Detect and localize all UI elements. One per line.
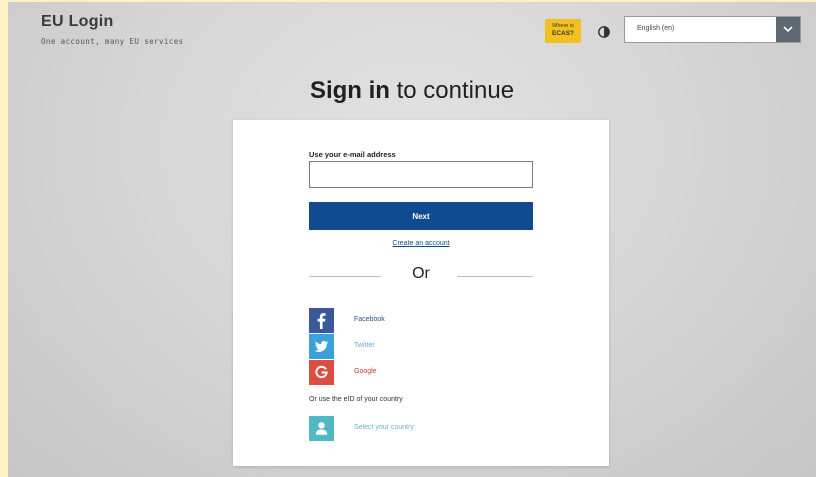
brand-title: EU Login (41, 13, 114, 30)
twitter-login-button[interactable]: Twitter (309, 334, 529, 359)
divider-line-right (457, 276, 533, 277)
twitter-label: Twitter (354, 342, 375, 349)
or-divider: Or (309, 265, 533, 285)
email-input[interactable] (309, 161, 533, 188)
email-label: Use your e-mail address (309, 150, 396, 159)
page-title-bold: Sign in (309, 77, 390, 104)
eid-login-button[interactable]: Select your country (309, 416, 529, 441)
facebook-login-button[interactable]: Facebook (309, 308, 529, 333)
language-select-value: English (en) (637, 25, 675, 32)
facebook-label: Facebook (354, 316, 385, 323)
page-title: Sign in to continue (8, 77, 816, 105)
twitter-icon (309, 334, 334, 359)
google-login-button[interactable]: Google (309, 360, 529, 385)
create-account-link[interactable]: Create an account (309, 240, 533, 247)
contrast-icon[interactable] (598, 25, 610, 38)
login-screen: EU Login One account, many EU services W… (8, 2, 816, 477)
header: EU Login One account, many EU services W… (8, 2, 816, 62)
page-title-rest: to continue (389, 77, 515, 104)
google-label: Google (354, 368, 377, 375)
ecas-help-button[interactable]: Where is ECAS? (545, 19, 581, 43)
ecas-badge-line2: ECAS? (551, 30, 575, 37)
eid-label: Select your country (354, 424, 414, 431)
person-icon (309, 416, 334, 441)
brand-tagline: One account, many EU services (41, 37, 184, 46)
google-icon (309, 360, 334, 385)
eid-text: Or use the eID of your country (309, 396, 403, 403)
chevron-down-icon[interactable] (776, 17, 800, 42)
facebook-icon (309, 308, 334, 333)
login-card: Use your e-mail address Next Create an a… (233, 120, 609, 466)
next-button[interactable]: Next (309, 202, 533, 230)
ecas-badge-line1: Where is (552, 23, 574, 29)
language-select[interactable]: English (en) (624, 16, 801, 43)
or-label: Or (412, 265, 430, 282)
